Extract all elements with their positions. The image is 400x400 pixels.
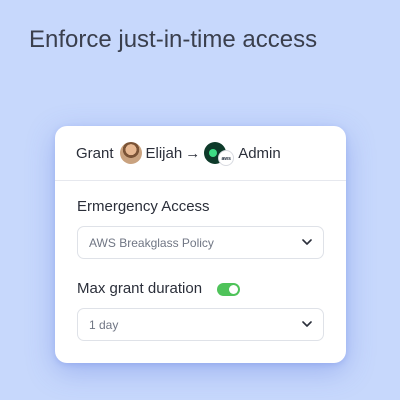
key-icon: aws xyxy=(204,142,235,166)
role-name: Admin xyxy=(238,144,281,162)
grant-summary: Grant Elijah → aws Admin xyxy=(55,126,346,181)
duration-toggle[interactable] xyxy=(217,282,241,296)
duration-label: Max grant duration xyxy=(77,280,203,297)
chevron-down-icon xyxy=(301,319,313,331)
grant-label: Grant xyxy=(76,144,114,162)
user-avatar xyxy=(119,142,142,164)
chevron-down-icon xyxy=(301,237,313,249)
user-name: Elijah xyxy=(145,144,183,162)
duration-select[interactable]: 1 day xyxy=(77,308,324,341)
duration-select-value: 1 day xyxy=(89,317,119,332)
aws-logo-icon: aws xyxy=(218,150,235,166)
arrow-icon: → xyxy=(185,144,201,162)
toggle-knob xyxy=(229,284,239,294)
grant-card: Grant Elijah → aws Admin Ermergency Acce… xyxy=(55,126,346,363)
keyhole-shape xyxy=(209,149,218,157)
policy-select-value: AWS Breakglass Policy xyxy=(89,235,214,250)
duration-row: Max grant duration xyxy=(77,279,324,299)
page-headline: Enforce just-in-time access xyxy=(29,26,318,53)
policy-section: Ermergency Access AWS Breakglass Policy … xyxy=(55,197,346,341)
policy-label: Ermergency Access xyxy=(77,198,210,215)
policy-select[interactable]: AWS Breakglass Policy xyxy=(77,226,324,259)
